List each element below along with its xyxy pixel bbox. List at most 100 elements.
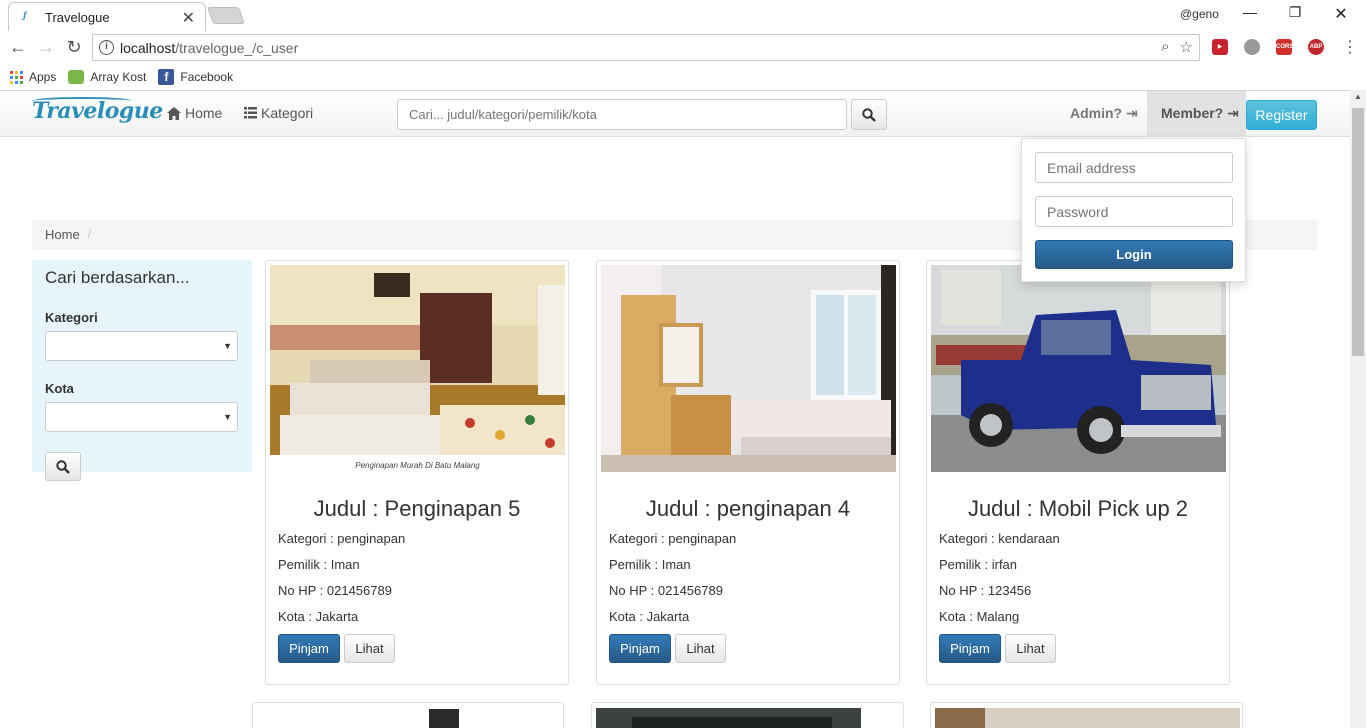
listing-photo[interactable]: Penginapan Murah Di Batu Malang bbox=[270, 265, 565, 472]
listing-photo-partial[interactable] bbox=[931, 703, 1243, 728]
adblock-plus-icon[interactable]: ABP bbox=[1308, 39, 1324, 55]
listing-kategori: Kategori : penginapan bbox=[278, 531, 406, 546]
url-host: localhost bbox=[120, 39, 176, 56]
listing-pemilik: Pemilik : irfan bbox=[939, 557, 1018, 572]
bookmark-label: Facebook bbox=[180, 70, 234, 84]
room-photo-image bbox=[270, 265, 565, 472]
zoom-icon[interactable]: ⌕ bbox=[1161, 38, 1169, 56]
bookmark-facebook[interactable]: f Facebook bbox=[158, 69, 233, 85]
login-arrow-icon: ⇥ bbox=[1126, 105, 1138, 121]
password-field[interactable] bbox=[1035, 196, 1233, 227]
window-close-icon[interactable]: ✕ bbox=[1318, 4, 1364, 24]
reload-icon[interactable]: ↻ bbox=[62, 37, 86, 58]
minimize-icon[interactable]: — bbox=[1227, 4, 1273, 20]
bookmark-star-icon[interactable]: ☆ bbox=[1180, 38, 1193, 56]
browser-tab-strip: ƒ Travelogue ✕ @geno — ❐ ✕ bbox=[0, 0, 1366, 31]
page-scrollbar[interactable]: ▲ bbox=[1350, 90, 1366, 728]
browser-tab[interactable]: ƒ Travelogue ✕ bbox=[8, 2, 206, 31]
profile-name[interactable]: @geno bbox=[1180, 7, 1219, 21]
filter-panel: Cari berdasarkan... Kategori ▼ Kota ▼ bbox=[32, 260, 252, 481]
facebook-icon: f bbox=[158, 69, 175, 85]
lihat-button[interactable]: Lihat bbox=[344, 634, 395, 663]
brand-logo[interactable]: Travelogue bbox=[32, 98, 163, 124]
member-login-toggle[interactable]: Member? ⇥ bbox=[1147, 91, 1246, 137]
caret-down-icon: ▼ bbox=[223, 412, 232, 422]
page-viewport: Travelogue Home Kategori Admin? ⇥ Member… bbox=[0, 90, 1350, 728]
bookmark-label: Array Kost bbox=[90, 70, 147, 84]
search-input[interactable] bbox=[397, 99, 847, 130]
search-button[interactable] bbox=[851, 99, 887, 130]
listing-photo[interactable] bbox=[601, 265, 896, 472]
scrollbar-thumb[interactable] bbox=[1352, 108, 1364, 356]
nav-home-link[interactable]: Home bbox=[167, 105, 222, 121]
listing-nohp: No HP : 021456789 bbox=[609, 583, 723, 598]
info-icon[interactable]: i bbox=[99, 40, 114, 55]
home-icon bbox=[167, 106, 181, 120]
site-navbar: Travelogue Home Kategori Admin? ⇥ Member… bbox=[0, 91, 1350, 137]
login-arrow-icon: ⇥ bbox=[1227, 105, 1239, 121]
listing-kota: Kota : Jakarta bbox=[609, 609, 690, 624]
travelogue-favicon-icon: ƒ bbox=[23, 10, 27, 20]
listing-pemilik: Pemilik : Iman bbox=[609, 557, 691, 572]
pinjam-button[interactable]: Pinjam bbox=[609, 634, 671, 663]
listing-kategori: Kategori : kendaraan bbox=[939, 531, 1060, 546]
list-icon bbox=[244, 107, 257, 119]
listing-card: Judul : penginapan 4 Kategori : penginap… bbox=[596, 260, 900, 685]
kategori-label: Kategori bbox=[45, 310, 98, 325]
pinjam-button[interactable]: Pinjam bbox=[939, 634, 1001, 663]
kategori-select[interactable]: ▼ bbox=[45, 331, 238, 361]
restore-icon[interactable]: ❐ bbox=[1272, 4, 1318, 21]
listing-card: Penginapan Murah Di Batu Malang Judul : … bbox=[265, 260, 569, 685]
listing-title: Judul : Mobil Pick up 2 bbox=[967, 496, 1189, 521]
nav-kategori-link[interactable]: Kategori bbox=[244, 105, 313, 121]
listing-photo-partial[interactable] bbox=[592, 703, 904, 728]
pinjam-button[interactable]: Pinjam bbox=[278, 634, 340, 663]
admin-login-link[interactable]: Admin? ⇥ bbox=[1070, 105, 1138, 122]
caret-down-icon: ▼ bbox=[223, 341, 232, 351]
pickup-truck-photo-image bbox=[931, 265, 1226, 472]
breadcrumb-separator: / bbox=[87, 227, 91, 242]
lihat-button[interactable]: Lihat bbox=[675, 634, 726, 663]
search-icon bbox=[56, 459, 70, 474]
bookmark-apps[interactable]: Apps bbox=[10, 70, 56, 84]
lihat-button[interactable]: Lihat bbox=[1005, 634, 1056, 663]
listing-title: Judul : penginapan 4 bbox=[645, 496, 851, 521]
listing-card: Judul : Mobil Pick up 2 Kategori : kenda… bbox=[926, 260, 1230, 685]
listing-card-partial bbox=[252, 702, 564, 728]
search-icon bbox=[862, 107, 876, 122]
scroll-up-arrow-icon[interactable]: ▲ bbox=[1354, 92, 1362, 101]
listing-kategori: Kategori : penginapan bbox=[609, 531, 737, 546]
video-extension-icon[interactable]: ▶ bbox=[1212, 39, 1228, 55]
register-button[interactable]: Register bbox=[1246, 100, 1317, 130]
kota-select[interactable]: ▼ bbox=[45, 402, 238, 432]
cors-extension-icon[interactable]: CORS bbox=[1276, 39, 1293, 55]
browser-menu-icon[interactable]: ⋮ bbox=[1342, 37, 1358, 57]
url-path: /travelogue_/c_user bbox=[175, 39, 299, 56]
admin-label: Admin? bbox=[1070, 105, 1123, 121]
filter-search-button[interactable] bbox=[45, 452, 81, 481]
tab-close-icon[interactable]: ✕ bbox=[182, 8, 195, 28]
array-kost-icon bbox=[68, 70, 85, 84]
back-arrow-icon[interactable]: ← bbox=[6, 37, 30, 58]
cube-extension-icon[interactable] bbox=[1244, 39, 1260, 55]
bookmarks-bar: Apps Array Kost f Facebook bbox=[0, 64, 1366, 90]
bookmark-label: Apps bbox=[29, 70, 57, 84]
address-bar[interactable]: i localhost/travelogue_/c_user ⌕ ☆ bbox=[92, 34, 1200, 61]
login-button[interactable]: Login bbox=[1035, 240, 1233, 269]
listing-photo-partial[interactable] bbox=[253, 703, 564, 728]
listing-title: Judul : Penginapan 5 bbox=[313, 496, 521, 521]
email-field[interactable] bbox=[1035, 152, 1233, 183]
bedroom-photo-image bbox=[601, 265, 896, 472]
listing-kota: Kota : Jakarta bbox=[278, 609, 359, 624]
new-tab-button[interactable] bbox=[206, 7, 246, 24]
image-caption: Penginapan Murah Di Batu Malang bbox=[355, 461, 480, 470]
listing-card-partial bbox=[591, 702, 904, 728]
breadcrumb-home[interactable]: Home bbox=[45, 227, 80, 242]
listing-photo[interactable] bbox=[931, 265, 1226, 472]
member-label: Member? bbox=[1161, 105, 1224, 121]
bookmark-array-kost[interactable]: Array Kost bbox=[68, 70, 146, 84]
forward-arrow-icon[interactable]: → bbox=[34, 37, 58, 58]
url-text[interactable]: localhost/travelogue_/c_user bbox=[120, 40, 298, 56]
kota-label: Kota bbox=[45, 381, 74, 396]
apps-grid-icon bbox=[10, 70, 23, 84]
